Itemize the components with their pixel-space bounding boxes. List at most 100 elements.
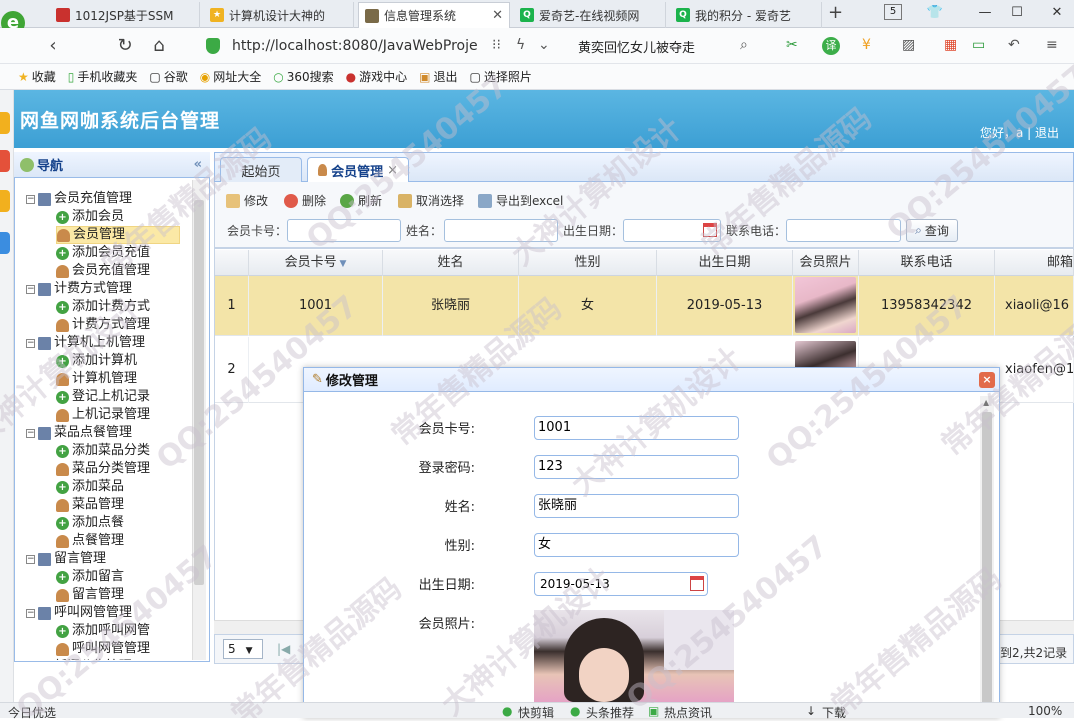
coin-icon[interactable]: ¥ [862,37,871,53]
bookmark-360[interactable]: ○ 360搜索 [273,68,333,85]
status-zoom[interactable]: 100% [1028,704,1062,718]
collapse-toggle-icon[interactable]: − [26,608,35,618]
filter-card-input[interactable] [287,219,401,242]
maximize-icon[interactable]: ☐ [1004,2,1030,24]
dialog-scroll-thumb[interactable] [982,412,992,718]
browser-tab-1[interactable]: 1012JSP基于SSM [50,2,200,28]
sidebar-item[interactable]: 会员管理 [56,226,180,244]
grid-header-birth[interactable]: 出生日期 [657,250,793,276]
filter-phone-input[interactable] [786,219,901,242]
search-button[interactable]: ⌕ 查询 [906,219,958,242]
sidebar-item[interactable]: + 添加呼叫网管 [56,622,150,640]
calendar-icon[interactable] [690,576,704,591]
url-input[interactable]: http://localhost:8080/JavaWebProje [232,33,792,59]
sidebar-app-icon[interactable] [0,112,10,134]
new-tab-button[interactable]: + [828,2,843,23]
nav-group[interactable]: − 会员充值管理 [26,190,132,208]
sidebar-item[interactable]: + 添加留言 [56,568,124,586]
status-headline[interactable]: 头条推荐 [586,704,634,721]
nav-group[interactable]: − 呼叫网管管理 [26,604,132,622]
sidebar-app-icon[interactable] [0,232,10,254]
tab-close-icon[interactable]: ✕ [486,8,503,23]
edit-button[interactable]: 修改 [226,192,268,209]
browser-tab-5[interactable]: Q 我的积分 - 爱奇艺 [670,2,822,28]
bookmark-favorites[interactable]: ★ 收藏 [18,68,56,85]
sidebar-item[interactable]: + 添加菜品分类 [56,442,150,460]
filter-birth-input[interactable] [623,219,721,242]
field-name-input[interactable]: 张晓丽 [534,494,739,518]
tab-count-badge[interactable]: 5 [884,4,902,20]
sidebar-item[interactable]: 上机记录管理 [56,406,150,424]
sidebar-item[interactable]: 菜品管理 [56,496,124,514]
delete-button[interactable]: 删除 [284,192,326,209]
collapse-toggle-icon[interactable]: − [26,284,35,294]
browser-tab-2[interactable]: ★ 计算机设计大神的 [204,2,354,28]
tab-close-icon[interactable]: × [387,163,398,178]
nav-group[interactable]: − 计费方式管理 [26,280,132,298]
browser-tab-4[interactable]: Q 爱奇艺-在线视频网 [514,2,666,28]
dialog-header[interactable]: ✎ 修改管理 [304,368,999,392]
home-icon[interactable]: ⌂ [146,33,172,59]
collapse-icon[interactable]: « [194,157,202,172]
browser-tab-3[interactable]: 信息管理系统 ✕ [358,2,510,28]
grid-apps-icon[interactable]: ⁝⁝ [492,37,501,53]
lightning-icon[interactable]: ϟ [516,37,525,53]
undo-icon[interactable]: ↶ [1008,37,1020,53]
dialog-close-button[interactable]: × [979,372,995,388]
sidebar-app-icon[interactable] [0,190,10,212]
grid-header-gender[interactable]: 性别 [519,250,657,276]
minimize-icon[interactable]: — [972,2,998,24]
sidebar-item[interactable]: 留言管理 [56,586,124,604]
table-row[interactable]: 1 1001 张晓丽 女 2019-05-13 13958342342 xiao… [215,276,1074,336]
tab-start-page[interactable]: 起始页 [220,157,302,182]
export-excel-button[interactable]: 导出到excel [478,192,563,209]
bookmark-games[interactable]: ● 游戏中心 [346,68,408,85]
status-download[interactable]: 下载 [822,704,846,721]
bookmark-mobile[interactable]: ▯ 手机收藏夹 [68,68,138,85]
nav-group[interactable]: −新闻公告管理 [26,658,132,660]
skin-icon[interactable]: 👕 [922,2,948,24]
search-icon[interactable]: ⌕ [740,37,748,53]
filter-name-input[interactable] [444,219,558,242]
sidebar-item[interactable]: + 添加点餐 [56,514,124,532]
page-size-select[interactable]: 5 ▼ [223,639,263,659]
nav-group[interactable]: − 留言管理 [26,550,106,568]
grid-header-phone[interactable]: 联系电话 [859,250,995,276]
image-icon[interactable]: ▨ [902,37,915,53]
cancel-select-button[interactable]: 取消选择 [398,192,464,209]
sidebar-item[interactable]: 会员充值管理 [56,262,150,280]
sidebar-item[interactable]: 计费方式管理 [56,316,150,334]
tab-member-manage[interactable]: 会员管理 × [307,157,409,182]
refresh-button[interactable]: 刷新 [340,192,382,209]
status-quick-edit[interactable]: 快剪辑 [518,704,554,721]
sidebar-item[interactable]: 菜品分类管理 [56,460,150,478]
search-suggestion[interactable]: 黄奕回忆女儿被夺走 [578,37,695,56]
calendar-icon[interactable] [703,223,717,237]
collapse-toggle-icon[interactable]: − [26,428,35,438]
user-greeting[interactable]: 您好，a | 退出 [980,124,1059,141]
sidebar-app-icon[interactable] [0,150,10,172]
scissors-icon[interactable]: ✂ [786,37,798,53]
collapse-toggle-icon[interactable]: − [26,194,35,204]
grid-header-name[interactable]: 姓名 [383,250,519,276]
nav-group[interactable]: − 菜品点餐管理 [26,424,132,442]
sidebar-item[interactable]: 点餐管理 [56,532,124,550]
menu-icon[interactable]: ≡ [1046,37,1058,53]
status-daily-pick[interactable]: 今日优选 [8,704,56,721]
field-password-input[interactable]: 123 [534,455,739,479]
field-birth-input[interactable]: 2019-05-13 [534,572,708,596]
sidebar-item[interactable]: + 添加计费方式 [56,298,150,316]
grid-header-card[interactable]: 会员卡号 ▼ [249,250,383,276]
window-close-icon[interactable]: ✕ [1044,2,1070,24]
sidebar-item[interactable]: + 添加菜品 [56,478,124,496]
sidebar-item[interactable]: 呼叫网管管理 [56,640,150,658]
collapse-toggle-icon[interactable]: − [26,338,35,348]
apps-icon[interactable]: ▦ [944,37,957,53]
sidebar-item[interactable]: + 添加计算机 [56,352,137,370]
sidebar-item[interactable]: + 登记上机记录 [56,388,150,406]
sidebar-item[interactable]: 计算机管理 [56,370,137,388]
nav-scroll-thumb[interactable] [194,200,204,585]
status-hot-news[interactable]: 热点资讯 [664,704,712,721]
field-gender-input[interactable]: 女 [534,533,739,557]
scroll-up-icon[interactable]: ▲ [983,398,989,407]
